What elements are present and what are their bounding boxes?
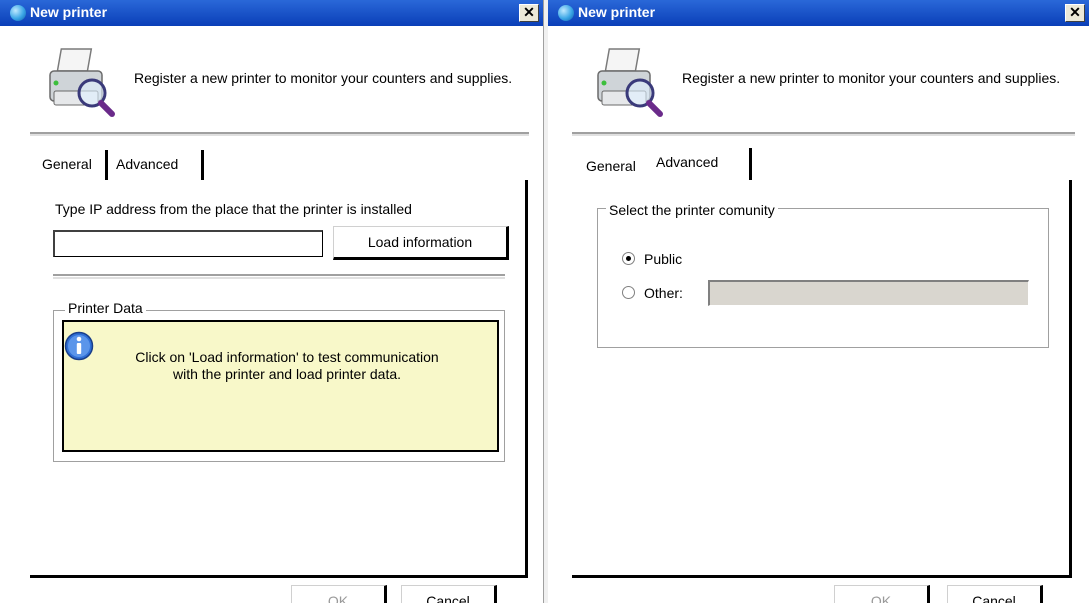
cancel-button[interactable]: Cancel [947,585,1043,603]
radio-other[interactable] [622,286,635,299]
ok-button[interactable]: OK [834,585,930,603]
tab-label: General [42,156,92,172]
tab-advanced[interactable]: Advanced [110,150,204,180]
header-description: Register a new printer to monitor your c… [682,70,1061,86]
title-bar[interactable]: New printer ✕ [0,0,543,26]
close-icon: ✕ [1069,4,1081,20]
close-button[interactable]: ✕ [1065,4,1085,22]
radio-other-label: Other: [644,285,683,301]
info-message: Click on 'Load information' to test comm… [135,349,439,382]
group-title: Printer Data [65,300,146,316]
tab-label: Advanced [656,154,719,170]
tab-general[interactable]: General [36,150,108,180]
title-bar[interactable]: New printer ✕ [548,0,1089,26]
app-icon [10,5,26,21]
app-icon [558,5,574,21]
ip-address-input[interactable] [53,230,323,257]
other-community-input[interactable] [708,280,1029,306]
new-printer-dialog-advanced: New printer ✕ Register a new printer to … [548,0,1089,603]
new-printer-dialog-general: New printer ✕ Register a new printer to … [0,0,543,603]
header-description: Register a new printer to monitor your c… [134,70,513,86]
tab-edge [105,150,108,180]
window-title: New printer [578,4,656,20]
community-group [597,208,1049,348]
header-divider [30,132,529,136]
tab-edge [749,148,752,182]
section-divider [53,274,505,279]
tab-general[interactable]: General [580,152,654,182]
cancel-button[interactable]: Cancel [401,585,497,603]
group-title: Select the printer comunity [606,202,778,218]
radio-public-label: Public [644,251,683,267]
header-divider [572,132,1075,136]
tab-advanced[interactable]: Advanced [650,148,752,182]
tab-label: General [586,158,636,174]
info-icon [64,331,94,361]
tab-label: Advanced [116,156,179,172]
ip-address-label: Type IP address from the place that the … [55,201,412,217]
printer-search-icon [597,48,663,117]
radio-public[interactable] [622,252,635,265]
ok-button[interactable]: OK [291,585,387,603]
window-title: New printer [30,4,108,20]
close-button[interactable]: ✕ [519,4,539,22]
load-information-button[interactable]: Load information [333,226,509,260]
info-panel [62,320,499,452]
tab-edge [201,150,204,180]
printer-search-icon [49,48,115,117]
close-icon: ✕ [523,4,535,20]
